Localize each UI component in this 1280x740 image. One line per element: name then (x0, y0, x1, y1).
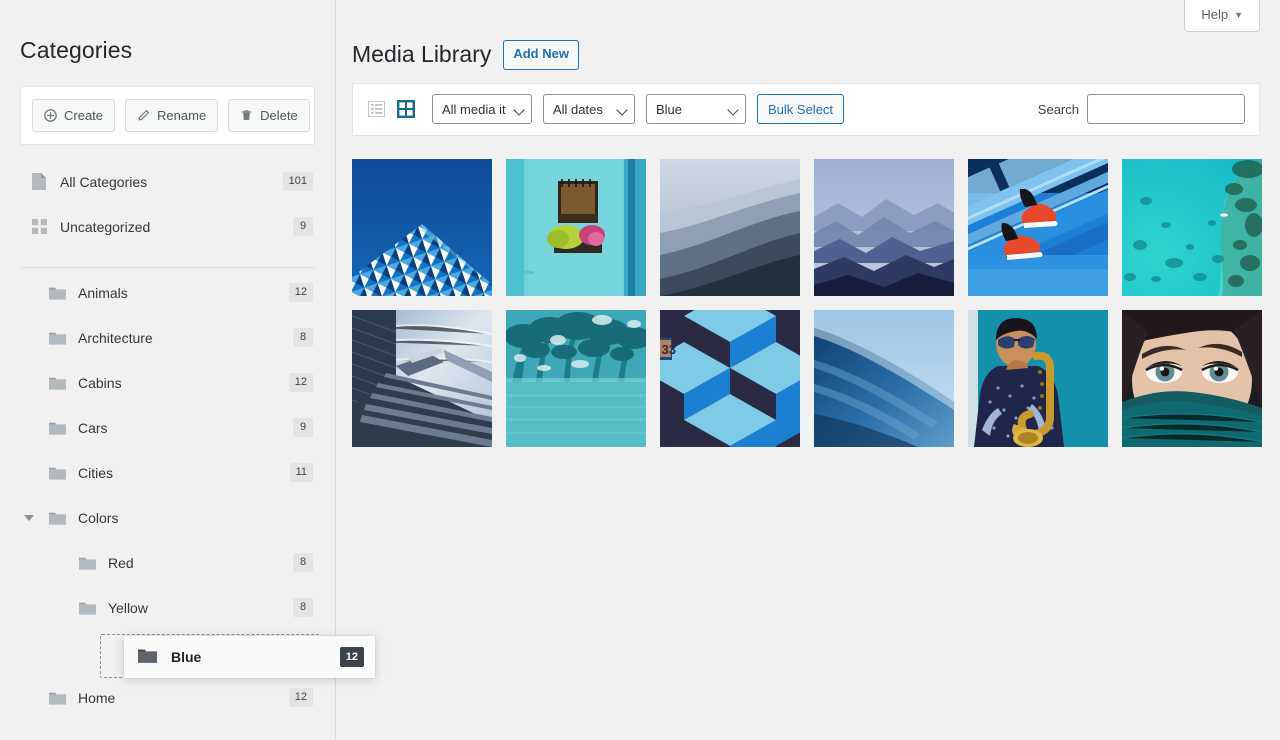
media-item[interactable] (968, 158, 1108, 296)
date-filter[interactable]: All dates (543, 94, 635, 125)
search-area: Search (1037, 94, 1245, 125)
search-label: Search (1037, 101, 1079, 117)
category-top-list: All Categories 101 Uncategorized 9 (0, 145, 335, 249)
folder-icon (48, 421, 66, 435)
view-mode-toggle (365, 98, 417, 120)
sidebar-item-all-categories[interactable]: All Categories 101 (0, 159, 335, 204)
categories-sidebar: Categories Create Rename Delete All Cate… (0, 0, 336, 740)
media-type-filter[interactable]: All media it (432, 94, 532, 125)
collapse-triangle-icon[interactable] (24, 514, 34, 521)
plus-circle-icon (44, 109, 57, 122)
grid-view-icon[interactable] (395, 98, 417, 120)
sidebar-item-animals[interactable]: Animals 12 (0, 270, 335, 315)
media-item[interactable] (352, 309, 492, 447)
category-actions-box: Create Rename Delete (20, 85, 315, 146)
folder-icon (48, 376, 66, 390)
delete-category-button[interactable]: Delete (228, 98, 310, 133)
page-title: Media Library (352, 41, 492, 67)
category-count-badge: 101 (282, 172, 313, 192)
sidebar-item-architecture[interactable]: Architecture 8 (0, 315, 335, 360)
category-count-badge: 9 (293, 418, 313, 438)
chevron-down-icon (727, 104, 739, 117)
category-count-badge: 12 (288, 283, 313, 303)
sidebar-item-label: Red (108, 554, 134, 571)
page-icon (30, 173, 48, 191)
category-filter[interactable]: Blue (646, 94, 746, 125)
create-category-label: Create (64, 107, 104, 123)
pencil-icon (137, 109, 150, 122)
sidebar-item-label: Architecture (78, 329, 153, 346)
sidebar-item-yellow[interactable]: Yellow 8 (0, 585, 335, 630)
date-filter-value: All dates (553, 101, 603, 117)
media-type-filter-value: All media it (442, 101, 506, 117)
folder-icon (78, 556, 96, 570)
media-item[interactable] (506, 309, 646, 447)
sidebar-item-label: Uncategorized (60, 218, 151, 235)
bulk-select-button[interactable]: Bulk Select (757, 94, 845, 125)
media-grid: 33 (352, 158, 1262, 447)
chevron-down-icon (616, 104, 628, 117)
sidebar-item-colors[interactable]: Colors (0, 495, 335, 540)
category-count-badge: 12 (288, 373, 313, 393)
sidebar-item-label: Colors (78, 509, 119, 526)
sidebar-item-label: Cabins (78, 374, 122, 391)
category-count-badge: 8 (293, 328, 313, 348)
bulk-select-label: Bulk Select (768, 101, 834, 117)
media-item[interactable] (1122, 158, 1262, 296)
sidebar-item-uncategorized[interactable]: Uncategorized 9 (0, 204, 335, 249)
folder-icon (138, 648, 157, 666)
rename-category-button[interactable]: Rename (125, 98, 219, 133)
media-item[interactable] (968, 309, 1108, 447)
sidebar-item-cars[interactable]: Cars 9 (0, 405, 335, 450)
media-item[interactable] (352, 158, 492, 296)
sidebar-item-label: All Categories (60, 173, 148, 190)
category-count-badge: 12 (288, 688, 313, 708)
media-item[interactable] (814, 309, 954, 447)
sidebar-item-cabins[interactable]: Cabins 12 (0, 360, 335, 405)
media-toolbar: All media it All dates Blue Bulk Select … (352, 82, 1260, 136)
delete-category-label: Delete (260, 107, 298, 123)
svg-text:33: 33 (662, 342, 676, 357)
rename-category-label: Rename (157, 107, 207, 123)
grid-squares-icon (30, 219, 48, 235)
folder-icon (48, 286, 66, 300)
sidebar-item-label: Home (78, 689, 116, 706)
category-count-badge: 9 (293, 217, 313, 237)
folder-icon (48, 331, 66, 345)
create-category-button[interactable]: Create (32, 98, 116, 133)
media-item[interactable]: 33 (660, 309, 800, 447)
add-new-button[interactable]: Add New (503, 40, 579, 70)
trash-icon (240, 109, 253, 122)
sidebar-item-label: Cities (78, 464, 114, 481)
media-item[interactable] (660, 158, 800, 296)
chevron-down-icon (513, 104, 525, 117)
folder-icon (78, 601, 96, 615)
media-library-main: Media Library Add New All media it All d… (337, 0, 1280, 740)
search-input[interactable] (1087, 94, 1245, 125)
category-filter-value: Blue (656, 101, 683, 117)
category-count-badge: 8 (293, 553, 313, 573)
folder-icon (48, 691, 66, 705)
dragged-category-label: Blue (171, 649, 202, 665)
sidebar-item-red[interactable]: Red 8 (0, 540, 335, 585)
media-item[interactable] (506, 158, 646, 296)
folder-icon (48, 511, 66, 525)
folder-icon (48, 466, 66, 480)
media-library-header: Media Library Add New (337, 0, 1280, 70)
list-view-icon[interactable] (365, 98, 387, 120)
media-item[interactable] (1122, 309, 1262, 447)
sidebar-title: Categories (20, 37, 133, 63)
sidebar-item-label: Yellow (108, 599, 148, 616)
sidebar-item-label: Animals (78, 284, 128, 301)
category-count-badge: 11 (289, 463, 313, 483)
category-count-badge: 8 (293, 598, 313, 618)
media-item[interactable] (814, 158, 954, 296)
sidebar-item-label: Cars (78, 419, 108, 436)
sidebar-item-home[interactable]: Home 12 (0, 675, 335, 720)
sidebar-item-cities[interactable]: Cities 11 (0, 450, 335, 495)
